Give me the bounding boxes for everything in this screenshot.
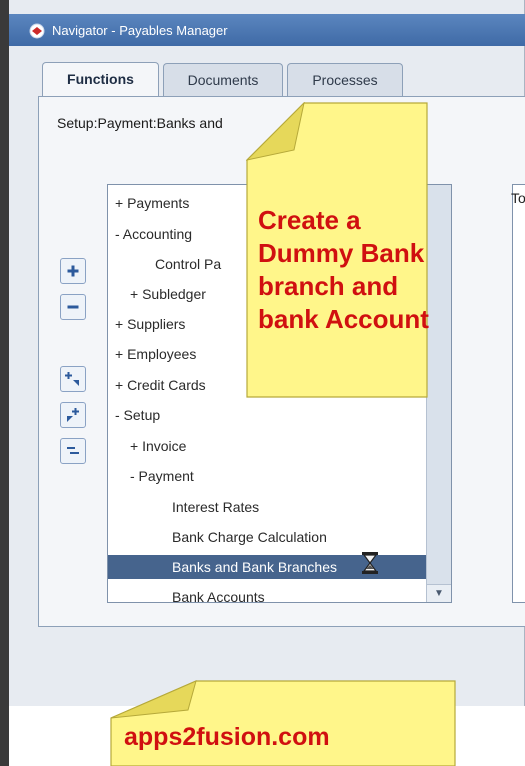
hourglass-cursor-icon xyxy=(362,552,378,574)
tree-item-banks-and-bank-branches[interactable]: Banks and Bank Branches xyxy=(108,555,428,579)
expand-all-icon xyxy=(67,408,79,422)
tree-scrollbar[interactable]: ▼ xyxy=(426,185,451,602)
title-bar[interactable]: Navigator - Payables Manager xyxy=(9,14,525,46)
note-line-4: bank Account xyxy=(258,304,429,334)
collapse-all-button[interactable] xyxy=(60,438,86,464)
scroll-down-arrow[interactable]: ▼ xyxy=(427,584,451,602)
note-line-3: branch and xyxy=(258,271,399,301)
tree-item-payment[interactable]: - Payment xyxy=(108,464,426,488)
collapse-button[interactable] xyxy=(60,294,86,320)
sticky-note-main-text: Create a Dummy Bank branch and bank Acco… xyxy=(258,204,429,336)
tree-item-bank-accounts[interactable]: Bank Accounts xyxy=(108,585,426,602)
tab-functions[interactable]: Functions xyxy=(42,62,159,97)
plus-icon xyxy=(67,265,79,277)
expand-branch-button[interactable] xyxy=(60,366,86,392)
right-panel xyxy=(512,184,525,603)
tab-processes[interactable]: Processes xyxy=(287,63,403,96)
tree-item-bank-charge-calculation[interactable]: Bank Charge Calculation xyxy=(108,525,426,549)
expand-branch-icon xyxy=(65,372,79,386)
window-left-edge xyxy=(0,0,9,766)
tree-item-interest-rates[interactable]: Interest Rates xyxy=(108,495,426,519)
footer-watermark-text: apps2fusion.com xyxy=(124,723,330,751)
expand-button[interactable] xyxy=(60,258,86,284)
expand-all-button[interactable] xyxy=(60,402,86,428)
collapse-all-icon xyxy=(67,447,79,454)
note-line-2: Dummy Bank xyxy=(258,238,425,268)
right-panel-label: To xyxy=(511,190,525,206)
note-line-1: Create a xyxy=(258,205,361,235)
tree-item-setup[interactable]: - Setup xyxy=(108,403,426,427)
tree-item-invoice[interactable]: + Invoice xyxy=(108,434,426,458)
minus-icon xyxy=(67,305,79,309)
window-title: Navigator - Payables Manager xyxy=(52,23,228,38)
oracle-app-icon xyxy=(29,23,45,39)
breadcrumb: Setup:Payment:Banks and xyxy=(57,115,223,131)
tab-documents[interactable]: Documents xyxy=(163,63,283,96)
